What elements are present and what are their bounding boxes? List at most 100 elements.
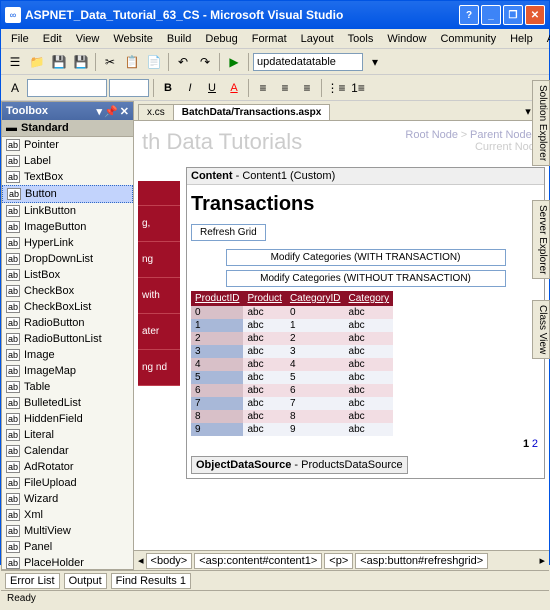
menu-addins[interactable]: Addins <box>541 31 550 47</box>
style-button[interactable]: A <box>5 78 25 98</box>
objectdatasource-label[interactable]: ObjectDataSource - ProductsDataSource <box>191 456 408 474</box>
menu-view[interactable]: View <box>70 31 106 47</box>
run-button[interactable]: ▶ <box>224 52 244 72</box>
toolbox-item-linkbutton[interactable]: abLinkButton <box>2 203 133 219</box>
tag-path-item[interactable]: <asp:button#refreshgrid> <box>355 553 488 569</box>
toolbox-item-imagebutton[interactable]: abImageButton <box>2 219 133 235</box>
find-input[interactable] <box>253 53 363 71</box>
help-button[interactable]: ? <box>459 5 479 25</box>
sidetab-solution-explorer[interactable]: Solution Explorer <box>532 80 550 166</box>
toolbox-item-radiobuttonlist[interactable]: abRadioButtonList <box>2 331 133 347</box>
paste-button[interactable]: 📄 <box>144 52 164 72</box>
tab-inactive[interactable]: x.cs <box>138 104 174 120</box>
menu-debug[interactable]: Debug <box>199 31 243 47</box>
menu-format[interactable]: Format <box>246 31 293 47</box>
sidetab-class-view[interactable]: Class View <box>532 300 550 359</box>
nav-right-icon[interactable]: ▸ <box>539 554 545 567</box>
menu-tools[interactable]: Tools <box>342 31 380 47</box>
tab-transactions[interactable]: BatchData/Transactions.aspx <box>173 104 331 120</box>
menu-edit[interactable]: Edit <box>37 31 68 47</box>
pin-icon[interactable]: ▾ <box>97 105 103 118</box>
toolbox-item-literal[interactable]: abLiteral <box>2 427 133 443</box>
italic-button[interactable]: I <box>180 78 200 98</box>
menu-website[interactable]: Website <box>107 31 159 47</box>
toolbox-item-listbox[interactable]: abListBox <box>2 267 133 283</box>
list-button[interactable]: ⋮≡ <box>326 78 346 98</box>
find-dropdown-icon[interactable]: ▾ <box>365 52 385 72</box>
sidetab-server-explorer[interactable]: Server Explorer <box>532 200 550 279</box>
tab-nav-icon[interactable]: ▾ <box>525 106 531 118</box>
toolbox-item-textbox[interactable]: abTextBox <box>2 169 133 185</box>
font-input[interactable] <box>27 79 107 97</box>
bottom-tab-output[interactable]: Output <box>64 573 107 589</box>
bold-button[interactable]: B <box>158 78 178 98</box>
toolbox-item-adrotator[interactable]: abAdRotator <box>2 459 133 475</box>
toolbox-item-radiobutton[interactable]: abRadioButton <box>2 315 133 331</box>
toolbox-item-placeholder[interactable]: abPlaceHolder <box>2 555 133 569</box>
breadcrumb-parent[interactable]: Parent Node <box>470 129 532 141</box>
close-button[interactable]: ✕ <box>525 5 545 25</box>
toolbox-item-button[interactable]: abButton <box>2 185 133 203</box>
toolbox-item-image[interactable]: abImage <box>2 347 133 363</box>
bottom-tab-find-results-1[interactable]: Find Results 1 <box>111 573 191 589</box>
pager-link[interactable]: 2 <box>532 438 538 450</box>
undo-button[interactable]: ↶ <box>173 52 193 72</box>
content-placeholder[interactable]: Content - Content1 (Custom) Transactions… <box>186 167 545 479</box>
refresh-grid-button[interactable]: Refresh Grid <box>191 224 266 241</box>
toolbox-category[interactable]: ▬ Standard <box>2 120 133 137</box>
menu-build[interactable]: Build <box>161 31 197 47</box>
toolbox-item-hyperlink[interactable]: abHyperLink <box>2 235 133 251</box>
cut-button[interactable]: ✂ <box>100 52 120 72</box>
tag-path-item[interactable]: <asp:content#content1> <box>194 553 322 569</box>
menu-file[interactable]: File <box>5 31 35 47</box>
menu-window[interactable]: Window <box>381 31 432 47</box>
toolbox-item-pointer[interactable]: abPointer <box>2 137 133 153</box>
toolbox-item-checkboxlist[interactable]: abCheckBoxList <box>2 299 133 315</box>
products-gridview[interactable]: ProductIDProductCategoryIDCategory0abc0a… <box>191 291 393 436</box>
toolbox-item-xml[interactable]: abXml <box>2 507 133 523</box>
menu-help[interactable]: Help <box>504 31 539 47</box>
copy-button[interactable]: 📋 <box>122 52 142 72</box>
toolbox-item-bulletedlist[interactable]: abBulletedList <box>2 395 133 411</box>
saveall-button[interactable]: 💾 <box>71 52 91 72</box>
toolbox-item-hiddenfield[interactable]: abHiddenField <box>2 411 133 427</box>
toolbox-item-table[interactable]: abTable <box>2 379 133 395</box>
save-button[interactable]: 💾 <box>49 52 69 72</box>
nav-left-icon[interactable]: ◂ <box>138 554 144 567</box>
toolbox-item-dropdownlist[interactable]: abDropDownList <box>2 251 133 267</box>
align-right-button[interactable]: ≡ <box>297 78 317 98</box>
toolbox-item-label[interactable]: abLabel <box>2 153 133 169</box>
bottom-tab-error-list[interactable]: Error List <box>5 573 60 589</box>
tag-path-item[interactable]: <p> <box>324 553 353 569</box>
underline-button[interactable]: U <box>202 78 222 98</box>
toolbox-item-fileupload[interactable]: abFileUpload <box>2 475 133 491</box>
toolbox-item-wizard[interactable]: abWizard <box>2 491 133 507</box>
menu-community[interactable]: Community <box>434 31 502 47</box>
new-button[interactable]: ☰ <box>5 52 25 72</box>
minimize-button[interactable]: _ <box>481 5 501 25</box>
grid-header[interactable]: ProductID <box>191 291 243 306</box>
grid-header[interactable]: CategoryID <box>286 291 345 306</box>
numlist-button[interactable]: 1≡ <box>348 78 368 98</box>
toolbox-item-calendar[interactable]: abCalendar <box>2 443 133 459</box>
modify-with-transaction-button[interactable]: Modify Categories (WITH TRANSACTION) <box>226 249 506 266</box>
align-center-button[interactable]: ≡ <box>275 78 295 98</box>
menu-layout[interactable]: Layout <box>295 31 340 47</box>
maximize-button[interactable]: ❐ <box>503 5 523 25</box>
panel-close-icon[interactable]: ✕ <box>120 105 129 118</box>
grid-header[interactable]: Category <box>345 291 394 306</box>
toolbox-item-multiview[interactable]: abMultiView <box>2 523 133 539</box>
toolbox-item-imagemap[interactable]: abImageMap <box>2 363 133 379</box>
fontsize-input[interactable] <box>109 79 149 97</box>
design-surface[interactable]: th Data Tutorials Root Node > Parent Nod… <box>134 121 549 550</box>
open-button[interactable]: 📁 <box>27 52 47 72</box>
tag-path-item[interactable]: <body> <box>146 553 193 569</box>
redo-button[interactable]: ↷ <box>195 52 215 72</box>
forecolor-button[interactable]: A <box>224 78 244 98</box>
modify-without-transaction-button[interactable]: Modify Categories (WITHOUT TRANSACTION) <box>226 270 506 287</box>
toolbox-item-checkbox[interactable]: abCheckBox <box>2 283 133 299</box>
align-left-button[interactable]: ≡ <box>253 78 273 98</box>
breadcrumb-root[interactable]: Root Node <box>405 129 458 141</box>
autohide-icon[interactable]: 📌 <box>104 105 118 118</box>
toolbox-item-panel[interactable]: abPanel <box>2 539 133 555</box>
